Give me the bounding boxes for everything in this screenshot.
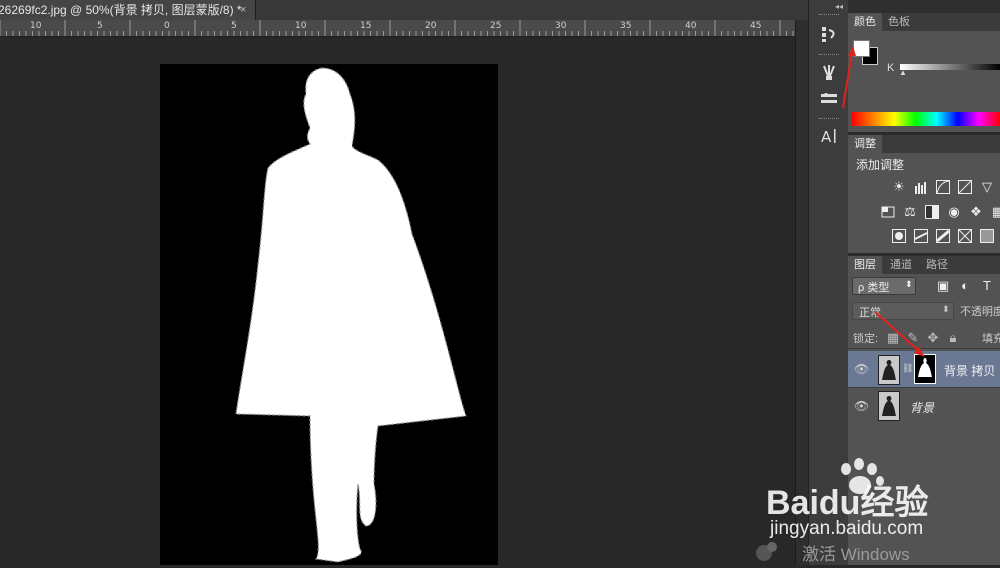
watermark-mascot-icon xyxy=(756,542,777,561)
baidu-brand: Baidu经验 xyxy=(766,484,929,522)
arrowhead-icon xyxy=(848,46,856,56)
baidu-url: jingyan.baidu.com xyxy=(770,518,924,539)
annotation-arrow xyxy=(874,311,921,353)
annotation-arrow xyxy=(842,51,853,109)
activate-windows-text: 激活 Windows xyxy=(802,545,910,564)
watermark: Baidu经验 jingyan.baidu.com 激活 Windows xyxy=(756,455,1000,565)
